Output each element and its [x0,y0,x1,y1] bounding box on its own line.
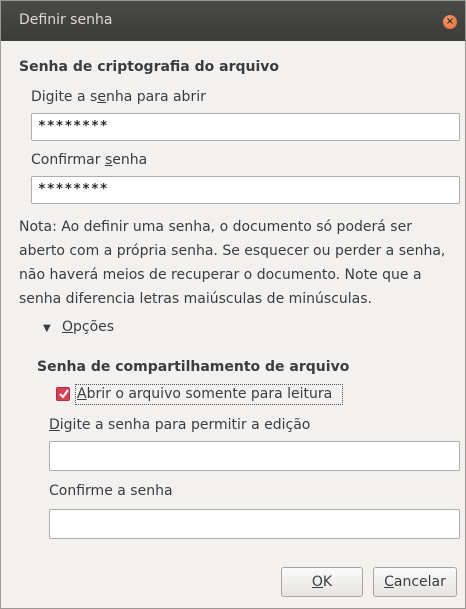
confirm-password-input[interactable]: ******** [31,176,460,204]
open-password-input[interactable]: ******** [31,113,460,141]
open-password-label: Digite a senha para abrir [31,89,206,105]
readonly-checkbox[interactable] [56,387,70,401]
cancel-button[interactable]: Cancelar [373,567,457,597]
readonly-label[interactable]: Abrir o arquivo somente para leitura [77,386,332,402]
title-bar[interactable]: Definir senha × [1,1,465,41]
sharing-section-heading: Senha de compartilhamento de arquivo [37,359,350,375]
ok-mnemonic: O [311,574,323,590]
edit-password-input[interactable] [49,441,460,471]
ok-button[interactable]: OK [281,567,363,597]
confirm-edit-password-label: Confirme a senha [49,483,173,499]
close-icon[interactable]: × [443,15,457,29]
confirm-password-label: Confirmar senha [31,152,148,168]
cancel-mnemonic: C [384,574,394,590]
checkmark-icon [59,389,69,399]
edit-password-label: Digite a senha para permitir a edição [49,417,311,433]
confirm-edit-password-input[interactable] [49,509,460,539]
options-expander[interactable]: Opções [62,319,114,335]
edit-password-mnemonic: D [49,417,60,433]
expander-arrow-icon[interactable]: ▼ [43,323,51,334]
options-mnemonic: O [62,319,74,335]
encryption-section-heading: Senha de criptografia do arquivo [19,59,280,75]
password-note: Nota: Ao definir uma senha, o documento … [19,219,446,307]
open-password-mnemonic: e [97,89,106,105]
window-title: Definir senha [19,12,113,28]
readonly-mnemonic: A [77,386,87,402]
set-password-dialog: Definir senha × Senha de criptografia do… [0,0,466,609]
